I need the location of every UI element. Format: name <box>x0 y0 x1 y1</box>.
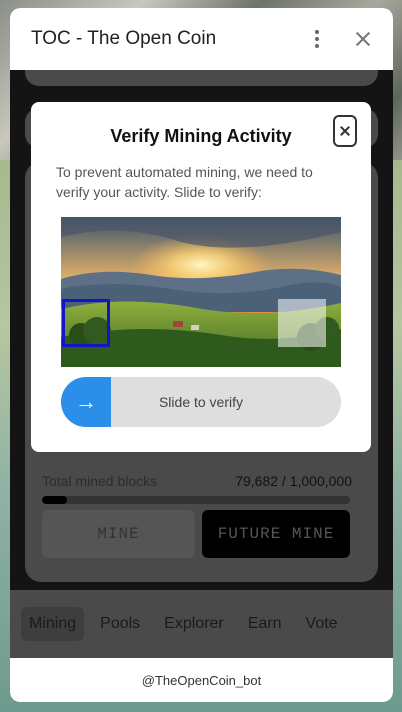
bottom-nav: Mining Pools Explorer Earn Vote <box>10 590 393 658</box>
modal-close-icon[interactable] <box>333 115 357 147</box>
nav-item-vote[interactable]: Vote <box>298 607 346 641</box>
verify-slider[interactable]: → Slide to verify <box>61 377 341 427</box>
mined-blocks-value: 79,682 / 1,000,000 <box>235 473 352 489</box>
mined-progress-fill <box>42 496 67 504</box>
kebab-menu-icon[interactable] <box>307 27 327 51</box>
nav-item-mining[interactable]: Mining <box>21 607 85 641</box>
modal-title: Verify Mining Activity <box>110 126 292 146</box>
puzzle-piece[interactable] <box>62 299 110 347</box>
mined-blocks-row: Total mined blocks 79,682 / 1,000,000 <box>42 473 352 489</box>
nav-item-pools[interactable]: Pools <box>92 607 148 641</box>
arrow-right-icon[interactable]: → <box>61 377 111 427</box>
modal-description: To prevent automated mining, we need to … <box>56 164 313 200</box>
close-icon[interactable] <box>353 29 373 49</box>
nav-item-earn[interactable]: Earn <box>240 607 290 641</box>
footer: @TheOpenCoin_bot <box>10 658 393 702</box>
puzzle-target-slot <box>278 299 326 347</box>
mined-blocks-label: Total mined blocks <box>42 473 158 489</box>
future-mine-button[interactable]: FUTURE MINE <box>202 510 350 558</box>
title-bar: TOC - The Open Coin <box>10 8 393 70</box>
mined-progress-bar <box>42 496 350 504</box>
card-top <box>25 70 378 86</box>
captcha-image <box>61 217 341 367</box>
window-title: TOC - The Open Coin <box>31 28 217 49</box>
nav-item-explorer[interactable]: Explorer <box>156 607 232 641</box>
slider-label: Slide to verify <box>158 394 244 410</box>
verify-modal: Verify Mining Activity To prevent automa… <box>31 102 371 452</box>
mine-button[interactable]: MINE <box>42 510 195 558</box>
bot-handle: @TheOpenCoin_bot <box>141 672 262 688</box>
